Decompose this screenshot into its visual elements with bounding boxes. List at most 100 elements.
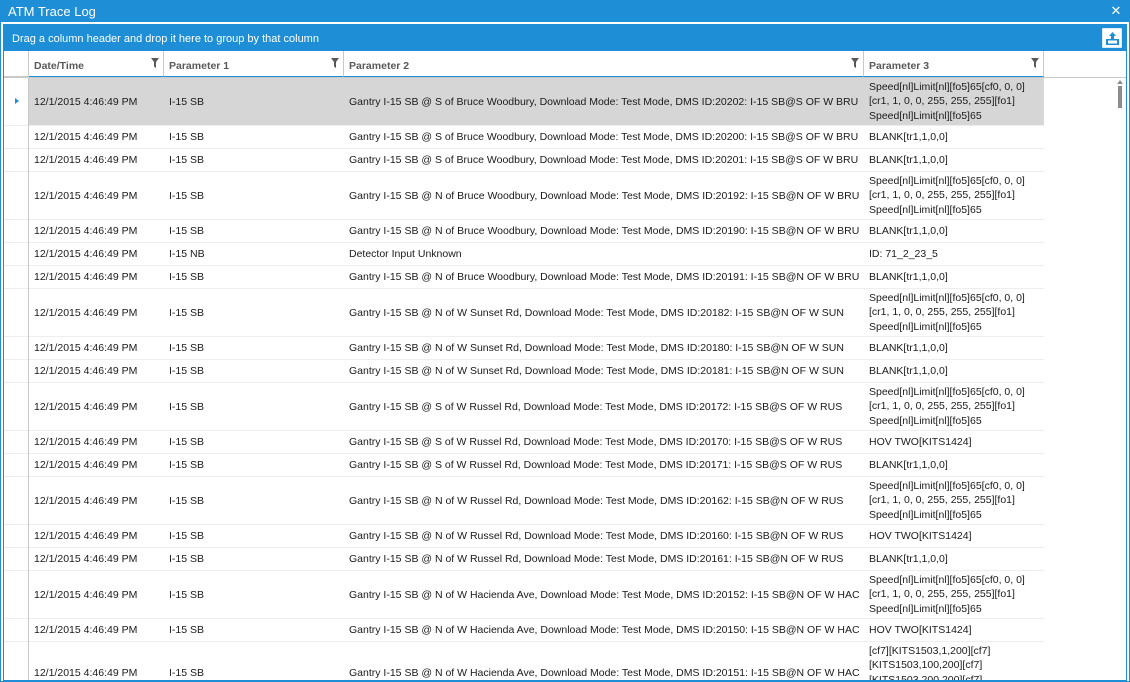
table-cell-p2[interactable]: Gantry I-15 SB @ N of W Russel Rd, Downl… bbox=[344, 477, 864, 524]
table-cell-p3[interactable]: [cf7][KITS1503,1,200][cf7] [KITS1503,100… bbox=[864, 642, 1044, 681]
table-cell-datetime[interactable]: 12/1/2015 4:46:49 PM bbox=[29, 266, 164, 288]
table-cell-p3[interactable]: BLANK[tr1,1,0,0] bbox=[864, 266, 1044, 288]
table-cell-p2[interactable]: Gantry I-15 SB @ S of Bruce Woodbury, Do… bbox=[344, 149, 864, 171]
table-cell-datetime[interactable]: 12/1/2015 4:46:49 PM bbox=[29, 289, 164, 336]
table-cell-p3[interactable]: BLANK[tr1,1,0,0] bbox=[864, 360, 1044, 382]
row-indicator[interactable] bbox=[4, 220, 28, 242]
table-cell-p1[interactable]: I-15 SB bbox=[164, 360, 344, 382]
table-cell-datetime[interactable]: 12/1/2015 4:46:49 PM bbox=[29, 243, 164, 265]
table-cell-p3[interactable]: Speed[nl]Limit[nl][fo5]65[cf0, 0, 0] [cr… bbox=[864, 172, 1044, 219]
table-cell-p3[interactable]: BLANK[tr1,1,0,0] bbox=[864, 337, 1044, 359]
row-indicator[interactable] bbox=[4, 525, 28, 547]
row-indicator[interactable] bbox=[4, 172, 28, 219]
table-row[interactable]: 12/1/2015 4:46:49 PM I-15 SB Gantry I-15 S… bbox=[4, 619, 1044, 642]
table-cell-p2[interactable]: Gantry I-15 SB @ N of W Sunset Rd, Downl… bbox=[344, 360, 864, 382]
table-cell-p1[interactable]: I-15 SB bbox=[164, 477, 344, 524]
vertical-scrollbar[interactable] bbox=[1114, 78, 1126, 680]
column-header-parameter-3[interactable]: Parameter 3 bbox=[864, 51, 1044, 77]
row-indicator[interactable] bbox=[4, 289, 28, 336]
export-button[interactable] bbox=[1102, 28, 1122, 48]
row-indicator[interactable] bbox=[4, 266, 28, 288]
table-cell-p3[interactable]: HOV TWO[KITS1424] bbox=[864, 431, 1044, 453]
table-cell-p1[interactable]: I-15 SB bbox=[164, 619, 344, 641]
table-cell-p1[interactable]: I-15 NB bbox=[164, 243, 344, 265]
table-row[interactable]: 12/1/2015 4:46:49 PM I-15 SB Gantry I-15 S… bbox=[4, 172, 1044, 220]
table-cell-p2[interactable]: Gantry I-15 SB @ N of W Russel Rd, Downl… bbox=[344, 548, 864, 570]
table-cell-datetime[interactable]: 12/1/2015 4:46:49 PM bbox=[29, 571, 164, 618]
table-row[interactable]: 12/1/2015 4:46:49 PM I-15 NB Detector Inpu… bbox=[4, 243, 1044, 266]
table-cell-p1[interactable]: I-15 SB bbox=[164, 126, 344, 148]
row-indicator[interactable] bbox=[4, 78, 28, 125]
column-header-parameter-2[interactable]: Parameter 2 bbox=[344, 51, 864, 77]
row-indicator[interactable] bbox=[4, 548, 28, 570]
table-row[interactable]: 12/1/2015 4:46:49 PM I-15 SB Gantry I-15 S… bbox=[4, 571, 1044, 619]
row-indicator[interactable] bbox=[4, 477, 28, 524]
row-indicator[interactable] bbox=[4, 454, 28, 476]
table-row[interactable]: 12/1/2015 4:46:49 PM I-15 SB Gantry I-15 S… bbox=[4, 431, 1044, 454]
table-cell-p3[interactable]: Speed[nl]Limit[nl][fo5]65[cf0, 0, 0] [cr… bbox=[864, 289, 1044, 336]
table-cell-datetime[interactable]: 12/1/2015 4:46:49 PM bbox=[29, 619, 164, 641]
table-cell-datetime[interactable]: 12/1/2015 4:46:49 PM bbox=[29, 220, 164, 242]
table-cell-p3[interactable]: BLANK[tr1,1,0,0] bbox=[864, 149, 1044, 171]
table-row[interactable]: 12/1/2015 4:46:49 PM I-15 SB Gantry I-15 S… bbox=[4, 525, 1044, 548]
table-row[interactable]: 12/1/2015 4:46:49 PM I-15 SB Gantry I-15 S… bbox=[4, 360, 1044, 383]
row-indicator[interactable] bbox=[4, 360, 28, 382]
scrollbar-thumb[interactable] bbox=[1118, 86, 1122, 108]
table-cell-datetime[interactable]: 12/1/2015 4:46:49 PM bbox=[29, 383, 164, 430]
table-row[interactable]: 12/1/2015 4:46:49 PM I-15 SB Gantry I-15 S… bbox=[4, 548, 1044, 571]
table-cell-p3[interactable]: Speed[nl]Limit[nl][fo5]65[cf0, 0, 0] [cr… bbox=[864, 477, 1044, 524]
table-row[interactable]: 12/1/2015 4:46:49 PM I-15 SB Gantry I-15 S… bbox=[4, 454, 1044, 477]
table-row[interactable]: 12/1/2015 4:46:49 PM I-15 SB Gantry I-15 S… bbox=[4, 383, 1044, 431]
table-cell-datetime[interactable]: 12/1/2015 4:46:49 PM bbox=[29, 360, 164, 382]
table-cell-p2[interactable]: Gantry I-15 SB @ S of W Russel Rd, Downl… bbox=[344, 431, 864, 453]
table-cell-p2[interactable]: Detector Input Unknown bbox=[344, 243, 864, 265]
table-cell-datetime[interactable]: 12/1/2015 4:46:49 PM bbox=[29, 337, 164, 359]
table-cell-p2[interactable]: Gantry I-15 SB @ N of W Hacienda Ave, Do… bbox=[344, 571, 864, 618]
table-row[interactable]: 12/1/2015 4:46:49 PM I-15 SB Gantry I-15 S… bbox=[4, 266, 1044, 289]
table-cell-datetime[interactable]: 12/1/2015 4:46:49 PM bbox=[29, 548, 164, 570]
table-cell-p3[interactable]: Speed[nl]Limit[nl][fo5]65[cf0, 0, 0] [cr… bbox=[864, 383, 1044, 430]
table-cell-p1[interactable]: I-15 SB bbox=[164, 172, 344, 219]
close-button[interactable]: ✕ bbox=[1109, 3, 1123, 18]
table-cell-p1[interactable]: I-15 SB bbox=[164, 571, 344, 618]
table-cell-p1[interactable]: I-15 SB bbox=[164, 78, 344, 125]
table-row[interactable]: 12/1/2015 4:46:49 PM I-15 SB Gantry I-15 S… bbox=[4, 220, 1044, 243]
table-row[interactable]: 12/1/2015 4:46:49 PM I-15 SB Gantry I-15 S… bbox=[4, 78, 1044, 126]
table-row[interactable]: 12/1/2015 4:46:49 PM I-15 SB Gantry I-15 S… bbox=[4, 642, 1044, 680]
table-cell-p1[interactable]: I-15 SB bbox=[164, 337, 344, 359]
table-cell-datetime[interactable]: 12/1/2015 4:46:49 PM bbox=[29, 431, 164, 453]
row-indicator[interactable] bbox=[4, 383, 28, 430]
table-cell-p2[interactable]: Gantry I-15 SB @ S of Bruce Woodbury, Do… bbox=[344, 126, 864, 148]
table-row[interactable]: 12/1/2015 4:46:49 PM I-15 SB Gantry I-15 S… bbox=[4, 289, 1044, 337]
group-panel[interactable]: Drag a column header and drop it here to… bbox=[4, 25, 1126, 51]
table-cell-p1[interactable]: I-15 SB bbox=[164, 548, 344, 570]
table-cell-p3[interactable]: HOV TWO[KITS1424] bbox=[864, 525, 1044, 547]
scroll-up-icon[interactable] bbox=[1117, 80, 1123, 84]
table-cell-p1[interactable]: I-15 SB bbox=[164, 289, 344, 336]
table-cell-p2[interactable]: Gantry I-15 SB @ N of W Hacienda Ave, Do… bbox=[344, 619, 864, 641]
table-cell-datetime[interactable]: 12/1/2015 4:46:49 PM bbox=[29, 454, 164, 476]
table-cell-p3[interactable]: Speed[nl]Limit[nl][fo5]65[cf0, 0, 0] [cr… bbox=[864, 571, 1044, 618]
column-header-parameter-1[interactable]: Parameter 1 bbox=[164, 51, 344, 77]
filter-icon[interactable] bbox=[151, 58, 159, 68]
table-cell-p1[interactable]: I-15 SB bbox=[164, 642, 344, 680]
table-cell-p1[interactable]: I-15 SB bbox=[164, 454, 344, 476]
table-cell-p2[interactable]: Gantry I-15 SB @ N of Bruce Woodbury, Do… bbox=[344, 266, 864, 288]
row-indicator[interactable] bbox=[4, 149, 28, 171]
table-cell-p3[interactable]: BLANK[tr1,1,0,0] bbox=[864, 220, 1044, 242]
table-cell-p3[interactable]: HOV TWO[KITS1424] bbox=[864, 619, 1044, 641]
table-cell-datetime[interactable]: 12/1/2015 4:46:49 PM bbox=[29, 78, 164, 125]
row-indicator[interactable] bbox=[4, 571, 28, 618]
table-cell-p2[interactable]: Gantry I-15 SB @ S of W Russel Rd, Downl… bbox=[344, 383, 864, 430]
filter-icon[interactable] bbox=[331, 58, 339, 68]
table-cell-p2[interactable]: Gantry I-15 SB @ N of W Sunset Rd, Downl… bbox=[344, 337, 864, 359]
filter-icon[interactable] bbox=[1031, 58, 1039, 68]
table-cell-datetime[interactable]: 12/1/2015 4:46:49 PM bbox=[29, 126, 164, 148]
table-cell-p2[interactable]: Gantry I-15 SB @ N of W Sunset Rd, Downl… bbox=[344, 289, 864, 336]
table-cell-p1[interactable]: I-15 SB bbox=[164, 266, 344, 288]
table-row[interactable]: 12/1/2015 4:46:49 PM I-15 SB Gantry I-15 S… bbox=[4, 149, 1044, 172]
table-row[interactable]: 12/1/2015 4:46:49 PM I-15 SB Gantry I-15 S… bbox=[4, 337, 1044, 360]
table-cell-p3[interactable]: BLANK[tr1,1,0,0] bbox=[864, 548, 1044, 570]
table-row[interactable]: 12/1/2015 4:46:49 PM I-15 SB Gantry I-15 S… bbox=[4, 477, 1044, 525]
table-cell-p3[interactable]: Speed[nl]Limit[nl][fo5]65[cf0, 0, 0] [cr… bbox=[864, 78, 1044, 125]
